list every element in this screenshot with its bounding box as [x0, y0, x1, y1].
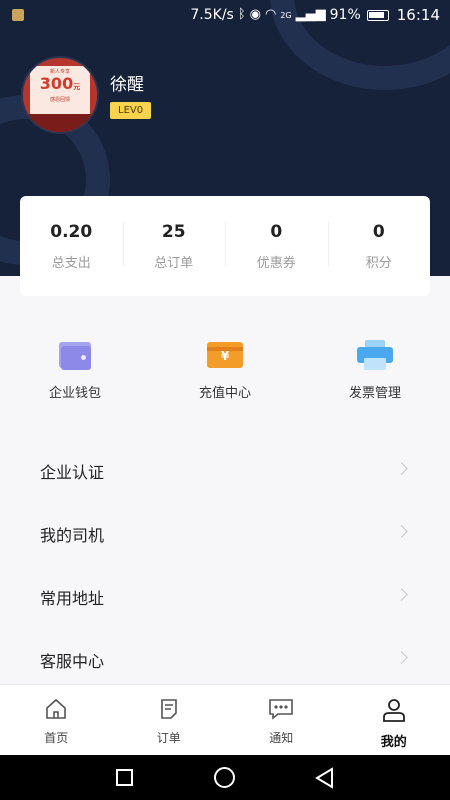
signal-icon: ▂▄▆ — [295, 7, 326, 22]
stat-label: 优惠券 — [256, 255, 296, 271]
tab-orders[interactable]: 订单 — [113, 685, 226, 755]
battery-percent: 91% — [329, 7, 361, 23]
avatar[interactable]: 新人专享 300元 感恩回馈 — [21, 56, 99, 134]
battery-icon — [366, 9, 389, 21]
status-bar: 7.5K/s ᛒ ◉ ◠ 2G ▂▄▆ 91% 16:14 — [0, 0, 450, 30]
network-type: 2G — [280, 10, 292, 20]
printer-icon — [357, 338, 393, 370]
level-badge: LEV0 — [110, 102, 152, 119]
recent-apps-icon[interactable] — [116, 769, 133, 786]
wifi-icon: ◠ — [265, 7, 277, 22]
tab-label: 订单 — [156, 731, 181, 745]
quick-action-invoice[interactable]: 发票管理 — [300, 330, 450, 410]
network-speed: 7.5K/s — [190, 7, 234, 23]
app-notification-icon — [12, 9, 24, 21]
menu-list: 企业认证 我的司机 常用地址 客服中心 — [0, 440, 450, 692]
menu-item-label: 企业认证 — [40, 463, 105, 482]
tab-label: 我的 — [380, 735, 407, 750]
menu-item-label: 我的司机 — [40, 526, 105, 545]
avatar-unit: 元 — [73, 83, 81, 91]
home-icon — [46, 698, 67, 719]
avatar-amount: 300 — [39, 74, 74, 93]
message-icon — [269, 699, 294, 720]
system-nav-bar — [0, 755, 450, 800]
quick-actions: 企业钱包 ¥ 充值中心 发票管理 — [0, 330, 450, 410]
tab-home[interactable]: 首页 — [0, 685, 113, 755]
stat-label: 总订单 — [154, 255, 194, 271]
stat-value: 0.20 — [50, 221, 93, 242]
stat-total-orders[interactable]: 25 总订单 — [122, 221, 226, 271]
quick-action-label: 发票管理 — [348, 386, 401, 401]
recharge-card-icon: ¥ — [207, 338, 243, 370]
stat-value: 25 — [161, 221, 186, 242]
wallet-icon — [57, 338, 93, 370]
quick-action-label: 充值中心 — [198, 386, 251, 401]
avatar-coupon-card: 新人专享 300元 感恩回馈 — [30, 66, 90, 116]
tab-label: 首页 — [44, 731, 69, 745]
username[interactable]: 徐醒 — [110, 70, 144, 95]
home-button-icon[interactable] — [214, 767, 235, 788]
avatar-banner — [23, 114, 97, 132]
menu-item-label: 客服中心 — [40, 652, 105, 671]
stat-points[interactable]: 0 积分 — [327, 221, 431, 271]
eye-icon: ◉ — [249, 7, 261, 22]
stat-label: 总支出 — [51, 255, 91, 271]
menu-item-enterprise-verification[interactable]: 企业认证 — [0, 440, 450, 503]
tab-notifications[interactable]: 通知 — [225, 685, 338, 755]
chevron-right-icon — [395, 588, 408, 601]
avatar-subtitle: 感恩回馈 — [49, 97, 70, 103]
stats-card: 0.20 总支出 25 总订单 0 优惠券 0 积分 — [20, 196, 430, 296]
quick-action-wallet[interactable]: 企业钱包 — [0, 330, 150, 410]
chevron-right-icon — [395, 462, 408, 475]
stat-label: 积分 — [365, 255, 392, 271]
tab-label: 通知 — [269, 731, 294, 745]
stat-coupons[interactable]: 0 优惠券 — [225, 221, 328, 271]
clock: 16:14 — [396, 6, 440, 24]
back-icon[interactable] — [314, 767, 334, 789]
stat-total-spend[interactable]: 0.20 总支出 — [20, 222, 123, 271]
chevron-right-icon — [395, 525, 408, 538]
order-icon — [160, 699, 177, 719]
menu-item-my-drivers[interactable]: 我的司机 — [0, 503, 450, 566]
chevron-right-icon — [395, 651, 408, 664]
tab-mine[interactable]: 我的 — [338, 685, 450, 755]
menu-item-addresses[interactable]: 常用地址 — [0, 566, 450, 629]
menu-item-label: 常用地址 — [40, 589, 105, 608]
quick-action-label: 企业钱包 — [48, 386, 101, 401]
user-icon — [382, 699, 405, 722]
stat-value: 0 — [372, 221, 385, 242]
menu-item-customer-service[interactable]: 客服中心 — [0, 629, 450, 692]
bluetooth-icon: ᛒ — [237, 7, 246, 22]
bottom-tab-bar: 首页 订单 通知 我的 — [0, 684, 450, 755]
quick-action-recharge[interactable]: ¥ 充值中心 — [150, 330, 300, 410]
stat-value: 0 — [270, 221, 283, 242]
